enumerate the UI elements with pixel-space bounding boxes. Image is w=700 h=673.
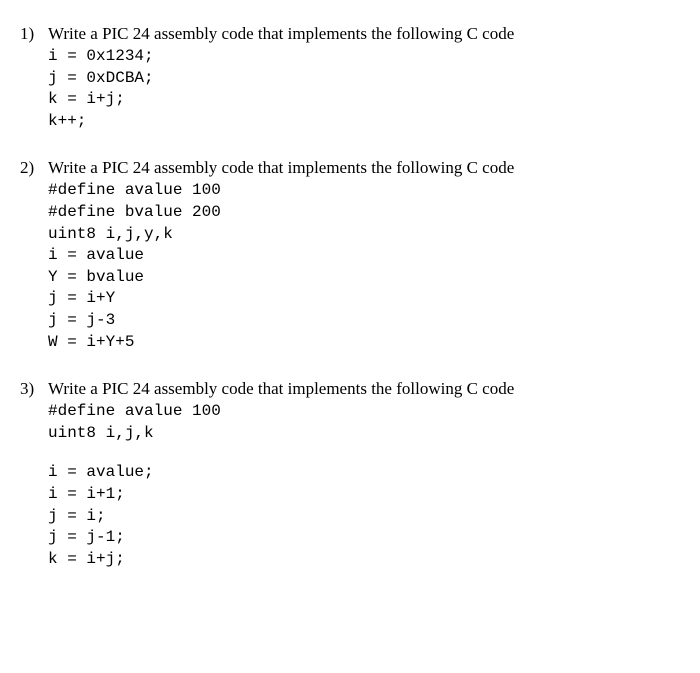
code-block: i = 0x1234; j = 0xDCBA; k = i+j; k++; <box>20 46 680 132</box>
problem-number: 2) <box>20 158 48 178</box>
problem-number: 1) <box>20 24 48 44</box>
prompt-row: 1)Write a PIC 24 assembly code that impl… <box>20 24 680 44</box>
problem-prompt: Write a PIC 24 assembly code that implem… <box>48 158 514 178</box>
problem-number: 3) <box>20 379 48 399</box>
problem-prompt: Write a PIC 24 assembly code that implem… <box>48 379 514 399</box>
problem: 2)Write a PIC 24 assembly code that impl… <box>20 158 680 353</box>
code-block: #define avalue 100 #define bvalue 200 ui… <box>20 180 680 353</box>
problem-prompt: Write a PIC 24 assembly code that implem… <box>48 24 514 44</box>
problem: 1)Write a PIC 24 assembly code that impl… <box>20 24 680 132</box>
code-block: i = avalue; i = i+1; j = i; j = j-1; k =… <box>20 462 680 570</box>
code-block: #define avalue 100 uint8 i,j,k <box>20 401 680 444</box>
document-root: 1)Write a PIC 24 assembly code that impl… <box>20 24 680 570</box>
prompt-row: 2)Write a PIC 24 assembly code that impl… <box>20 158 680 178</box>
problem: 3)Write a PIC 24 assembly code that impl… <box>20 379 680 570</box>
prompt-row: 3)Write a PIC 24 assembly code that impl… <box>20 379 680 399</box>
